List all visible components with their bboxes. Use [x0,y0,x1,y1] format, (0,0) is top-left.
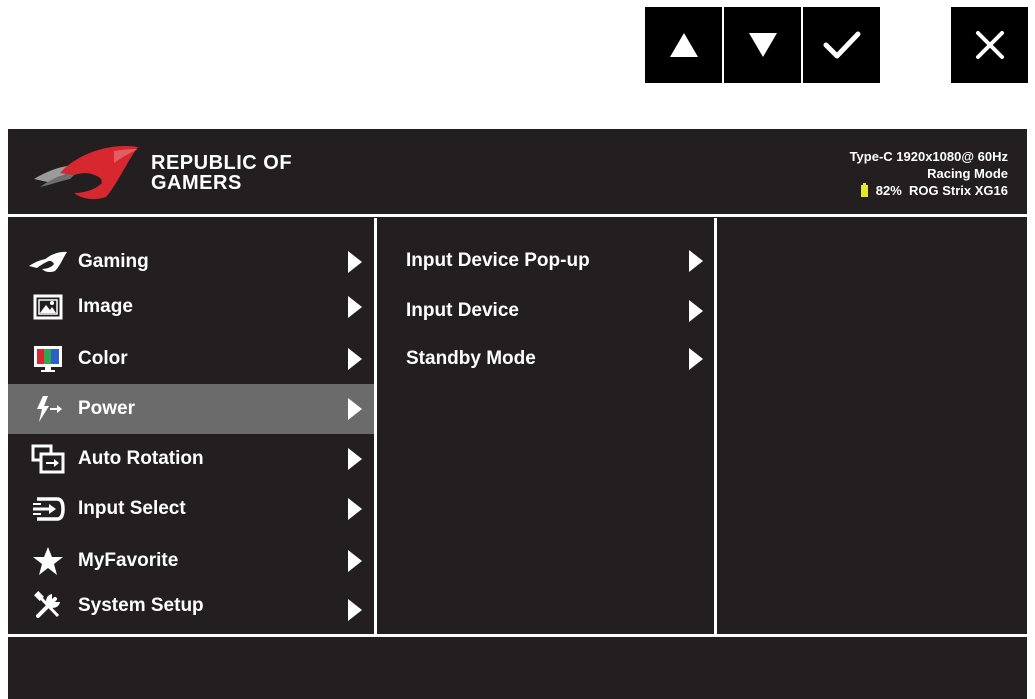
menu-label: System Setup [78,595,204,616]
image-icon [28,292,68,322]
chevron-right-icon [689,348,703,370]
mode-text: Racing Mode [927,166,1008,181]
up-button[interactable] [645,7,722,83]
brand-text: REPUBLIC OF GAMERS [151,153,292,193]
model-name: ROG Strix XG16 [909,183,1008,198]
color-icon [28,344,68,374]
auto-rotation-icon [28,444,68,474]
battery-percent: 82% [875,183,902,198]
menu-label: MyFavorite [78,550,179,571]
chevron-right-icon [689,300,703,322]
menu-item-gaming[interactable]: Gaming [8,237,374,287]
system-setup-icon [28,591,68,621]
brand-line-1: REPUBLIC OF [151,152,293,174]
footer-divider [8,634,1027,637]
checkmark-icon [823,31,860,59]
menu-item-image[interactable]: Image [8,282,374,332]
chevron-right-icon [348,448,362,470]
menu-item-power[interactable]: Power [8,384,374,434]
input-select-icon [28,494,68,524]
submenu-item-input-device[interactable]: Input Device [378,291,716,331]
chevron-right-icon [348,348,362,370]
star-icon [28,546,68,576]
rog-logo-icon [34,146,138,200]
submenu-label: Input Device Pop-up [406,250,590,271]
chevron-right-icon [348,498,362,520]
input-resolution-text: Type-C 1920x1080@ 60Hz [849,149,1008,164]
submenu-item-standby-mode[interactable]: Standby Mode [378,339,716,379]
menu-item-auto-rotation[interactable]: Auto Rotation [8,434,374,484]
menu-label: Auto Rotation [78,448,204,469]
menu-label: Power [78,398,136,419]
osd-header: REPUBLIC OF GAMERS Type-C 1920x1080@ 60H… [8,129,1027,214]
menu-label: Gaming [78,251,149,272]
close-button[interactable] [951,7,1028,83]
battery-model-line: 82% ROG Strix XG16 [850,182,1008,199]
rog-eye-icon [28,247,68,277]
close-icon [975,31,1004,59]
chevron-right-icon [348,398,362,420]
menu-label: Color [78,348,128,369]
menu-item-input-select[interactable]: Input Select [8,484,374,534]
down-arrow-icon [748,33,777,57]
submenu-label: Standby Mode [406,348,536,369]
chevron-right-icon [348,599,362,621]
menu-item-system-setup[interactable]: System Setup [8,581,374,631]
chevron-right-icon [348,251,362,273]
osd-panel: REPUBLIC OF GAMERS Type-C 1920x1080@ 60H… [8,129,1027,699]
down-button[interactable] [724,7,801,83]
battery-icon [860,183,868,197]
up-arrow-icon [669,33,698,57]
menu-label: Image [78,296,133,317]
brand-line-2: GAMERS [151,172,242,194]
power-icon [28,394,68,424]
chevron-right-icon [689,250,703,272]
submenu-label: Input Device [406,300,519,321]
confirm-button[interactable] [803,7,880,83]
header-divider [8,214,1027,217]
status-info: Type-C 1920x1080@ 60Hz Racing Mode 82% R… [850,148,1008,199]
menu-item-color[interactable]: Color [8,334,374,384]
chevron-right-icon [348,550,362,572]
column-divider-1 [374,218,377,634]
chevron-right-icon [348,296,362,318]
menu-item-myfavorite[interactable]: MyFavorite [8,536,374,586]
submenu-item-input-device-popup[interactable]: Input Device Pop-up [378,241,716,281]
menu-label: Input Select [78,498,186,519]
